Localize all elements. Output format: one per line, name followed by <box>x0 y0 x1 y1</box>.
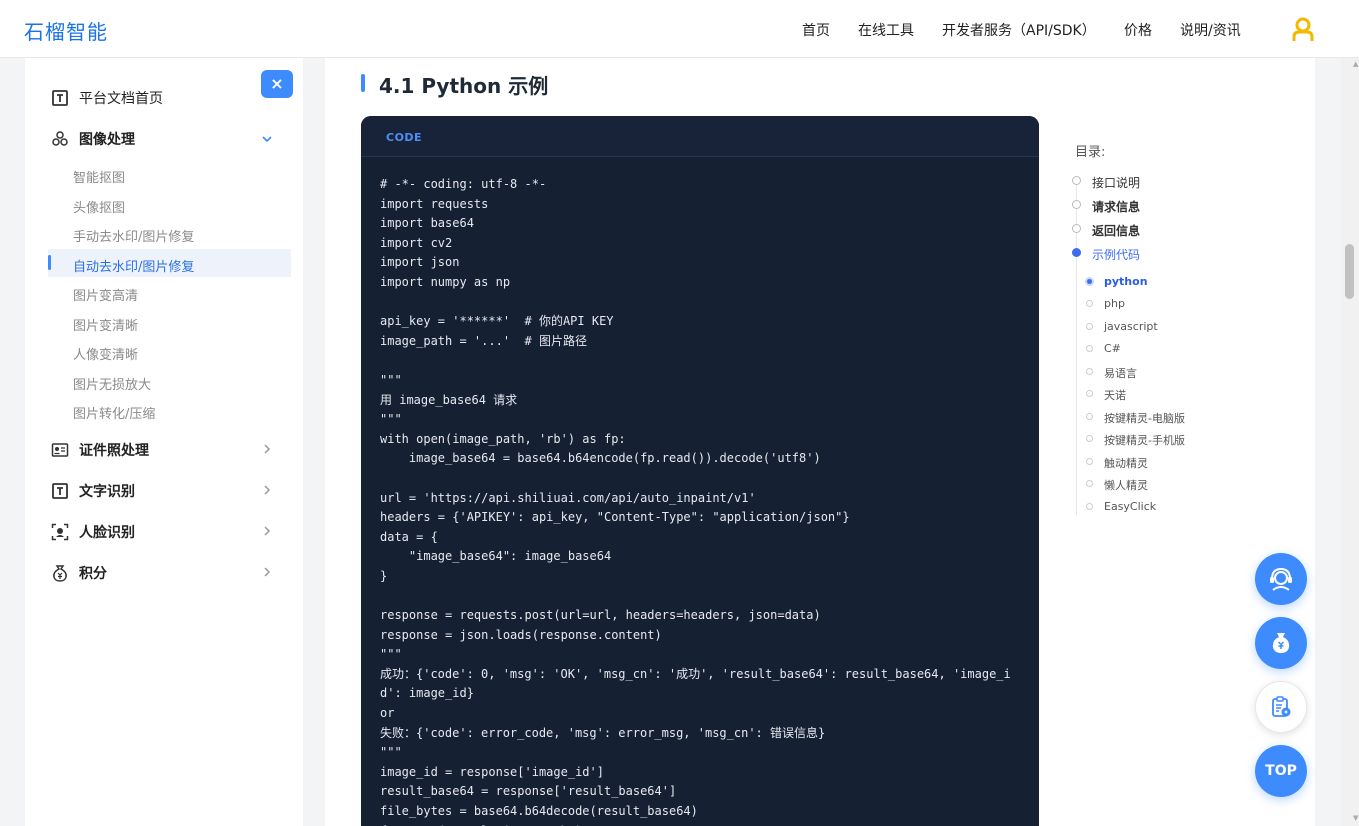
text-box-icon <box>52 90 68 106</box>
sidebar: × 平台文档首页 图像处理 智能抠图 头像抠图 手动去水印/图片修复 自动去水印… <box>25 58 303 826</box>
chevron-right-icon[interactable] <box>261 566 273 578</box>
toc-sub-ajjl-mobile[interactable]: 按键精灵-手机版 <box>1104 432 1185 448</box>
toc-dot <box>1072 200 1081 209</box>
toc-subdot <box>1086 390 1093 397</box>
text-recognition-icon <box>52 483 68 499</box>
sidebar-item-label: 证件照处理 <box>79 443 149 459</box>
toc-item-interface[interactable]: 接口说明 <box>1092 174 1140 191</box>
sidebar-subitem-auto-watermark[interactable]: 自动去水印/图片修复 <box>73 256 194 275</box>
customer-service-button[interactable] <box>1255 553 1307 605</box>
back-to-top-button[interactable]: TOP <box>1255 745 1307 797</box>
code-block-header <box>361 116 1039 157</box>
sidebar-item-image-processing[interactable]: 图像处理 <box>51 129 135 149</box>
sidebar-subitem-smart-cutout[interactable]: 智能抠图 <box>73 167 125 186</box>
sidebar-item-label: 人脸识别 <box>79 525 135 541</box>
toc-subdot <box>1086 458 1093 465</box>
clipboard-icon <box>1272 696 1291 717</box>
section-title: 4.1 Python 示例 <box>379 74 549 98</box>
code-content[interactable]: # -*- coding: utf-8 -*- import requests … <box>380 175 1020 826</box>
sidebar-subitem-portrait-sharpen[interactable]: 人像变清晰 <box>73 344 138 363</box>
toc-item-examples[interactable]: 示例代码 <box>1092 246 1140 263</box>
top-navbar: 石榴智能 首页 在线工具 开发者服务（API/SDK） 价格 说明/资讯 <box>0 0 1359 58</box>
toc-sub-javascript[interactable]: javascript <box>1104 320 1158 333</box>
money-bag-icon <box>1272 633 1290 653</box>
sidebar-item-ocr[interactable]: 文字识别 <box>51 481 135 501</box>
top-label: TOP <box>1265 763 1297 779</box>
nav-home[interactable]: 首页 <box>802 20 830 40</box>
toc-dot <box>1072 224 1081 233</box>
toc-sub-tiannuo[interactable]: 天诺 <box>1104 387 1126 403</box>
sidebar-item-label: 积分 <box>79 566 107 582</box>
toc-item-request[interactable]: 请求信息 <box>1092 198 1140 215</box>
toc-title: 目录: <box>1075 145 1106 160</box>
image-processing-icon <box>52 131 68 146</box>
chevron-right-icon[interactable] <box>261 484 273 496</box>
toc-sub-php[interactable]: php <box>1104 297 1125 310</box>
sidebar-item-docs-home[interactable]: 平台文档首页 <box>51 88 163 108</box>
toc-sub-chudong[interactable]: 触动精灵 <box>1104 455 1148 471</box>
toc-subdot <box>1086 368 1093 375</box>
sidebar-subitem-avatar-cutout[interactable]: 头像抠图 <box>73 197 125 216</box>
section-title-marker <box>361 74 365 92</box>
site-logo[interactable]: 石榴智能 <box>24 16 108 45</box>
toc-sub-easyclick[interactable]: EasyClick <box>1104 500 1156 513</box>
chevron-right-icon[interactable] <box>261 525 273 537</box>
nav-developer-services[interactable]: 开发者服务（API/SDK） <box>942 20 1096 40</box>
toc-sub-python[interactable]: python <box>1104 275 1148 288</box>
face-scan-icon <box>51 523 69 541</box>
toc-dot-active <box>1072 248 1081 257</box>
code-block: CODE # -*- coding: utf-8 -*- import requ… <box>361 116 1039 826</box>
chevron-down-icon[interactable] <box>261 133 273 145</box>
sidebar-subitem-convert[interactable]: 图片转化/压缩 <box>73 403 155 422</box>
toc-dot <box>1072 176 1081 185</box>
sidebar-item-label: 文字识别 <box>79 484 135 500</box>
toc-sub-lanren[interactable]: 懒人精灵 <box>1104 477 1148 493</box>
toc-sub-yiyuyan[interactable]: 易语言 <box>1104 365 1137 381</box>
sidebar-subitem-manual-watermark[interactable]: 手动去水印/图片修复 <box>73 226 194 245</box>
toc-subdot <box>1086 300 1093 307</box>
sidebar-close-button[interactable]: × <box>261 70 293 98</box>
toc-subdot <box>1086 435 1093 442</box>
sidebar-item-label: 平台文档首页 <box>79 91 163 107</box>
toc-subdot <box>1086 480 1093 487</box>
sidebar-item-label: 图像处理 <box>79 132 135 148</box>
sidebar-item-id-photo[interactable]: 证件照处理 <box>51 440 149 460</box>
toc-sub-ajjl-pc[interactable]: 按键精灵-电脑版 <box>1104 410 1185 426</box>
toc-subdot <box>1086 413 1093 420</box>
user-icon[interactable] <box>1290 16 1316 42</box>
scrollbar-track[interactable] <box>1341 58 1359 826</box>
sidebar-active-indicator <box>48 255 51 270</box>
nav-pricing[interactable]: 价格 <box>1124 20 1152 40</box>
money-bag-icon <box>53 565 67 582</box>
clipboard-button[interactable] <box>1255 681 1307 733</box>
scrollbar-thumb[interactable] <box>1345 244 1354 299</box>
sidebar-subitem-upscale[interactable]: 图片无损放大 <box>73 374 151 393</box>
main-content: 4.1 Python 示例 CODE # -*- coding: utf-8 -… <box>325 58 1315 826</box>
toc-sub-csharp[interactable]: C# <box>1104 342 1121 355</box>
scroll-down-arrow[interactable]: ▼ <box>1353 814 1358 822</box>
chevron-right-icon[interactable] <box>261 443 273 455</box>
scroll-up-arrow[interactable]: ▲ <box>1353 60 1358 68</box>
nav-docs-news[interactable]: 说明/资讯 <box>1180 20 1241 40</box>
id-card-icon <box>51 443 69 457</box>
sidebar-item-points[interactable]: 积分 <box>51 563 107 583</box>
headset-icon <box>1270 567 1292 591</box>
sidebar-item-face[interactable]: 人脸识别 <box>51 522 135 542</box>
nav-online-tools[interactable]: 在线工具 <box>858 20 914 40</box>
code-label: CODE <box>386 131 423 144</box>
toc-item-response[interactable]: 返回信息 <box>1092 222 1140 239</box>
points-button[interactable] <box>1255 617 1307 669</box>
toc-subdot <box>1086 503 1093 510</box>
toc-subdot <box>1086 345 1093 352</box>
toc-subdot <box>1086 323 1093 330</box>
sidebar-subitem-sharpen[interactable]: 图片变清晰 <box>73 315 138 334</box>
toc-subdot-active <box>1085 277 1094 286</box>
sidebar-subitem-hd[interactable]: 图片变高清 <box>73 285 138 304</box>
